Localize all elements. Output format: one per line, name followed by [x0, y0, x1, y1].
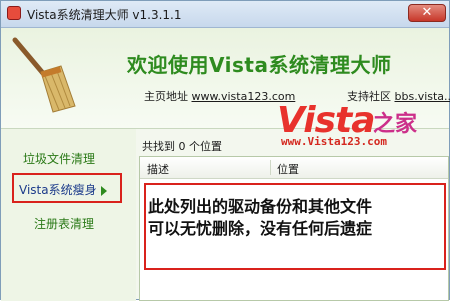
- welcome-title: 欢迎使用Vista系统清理大师: [127, 49, 391, 78]
- watermark-logo-suffix: 之家: [373, 106, 417, 138]
- sidebar-item-junk-clean[interactable]: 垃圾文件清理: [23, 150, 95, 167]
- broom-icon: [9, 36, 79, 116]
- watermark: Vista 之家 www.Vista123.com: [277, 100, 449, 152]
- sidebar-item-registry-clean[interactable]: 注册表清理: [34, 215, 94, 232]
- sidebar-item-vista-slim[interactable]: Vista系统瘦身: [19, 181, 107, 198]
- app-window: Vista系统清理大师 v1.3.1.1 ✕ 欢迎使用Vista系统清理大师 主…: [0, 0, 450, 300]
- watermark-url: www.Vista123.com: [281, 135, 387, 148]
- title-bar[interactable]: Vista系统清理大师 v1.3.1.1 ✕: [1, 1, 449, 28]
- homepage-info: 主页地址 www.vista123.com: [144, 88, 295, 104]
- column-header-description[interactable]: 描述: [147, 161, 169, 177]
- homepage-label: 主页地址: [144, 90, 188, 103]
- close-button[interactable]: ✕: [408, 4, 446, 22]
- window-title: Vista系统清理大师 v1.3.1.1: [27, 6, 182, 23]
- close-icon: ✕: [422, 5, 433, 20]
- sidebar-item-label: Vista系统瘦身: [19, 183, 97, 197]
- table-header: 描述 位置: [140, 157, 448, 179]
- note-line: 可以无忧删除，没有任何后遗症: [148, 215, 372, 239]
- app-icon: [7, 6, 21, 20]
- found-count: 共找到 0 个位置: [142, 138, 222, 154]
- note-line: 此处列出的驱动备份和其他文件: [148, 193, 372, 217]
- column-header-location[interactable]: 位置: [277, 161, 299, 177]
- column-divider[interactable]: [270, 160, 271, 175]
- arrow-right-icon: [101, 186, 107, 196]
